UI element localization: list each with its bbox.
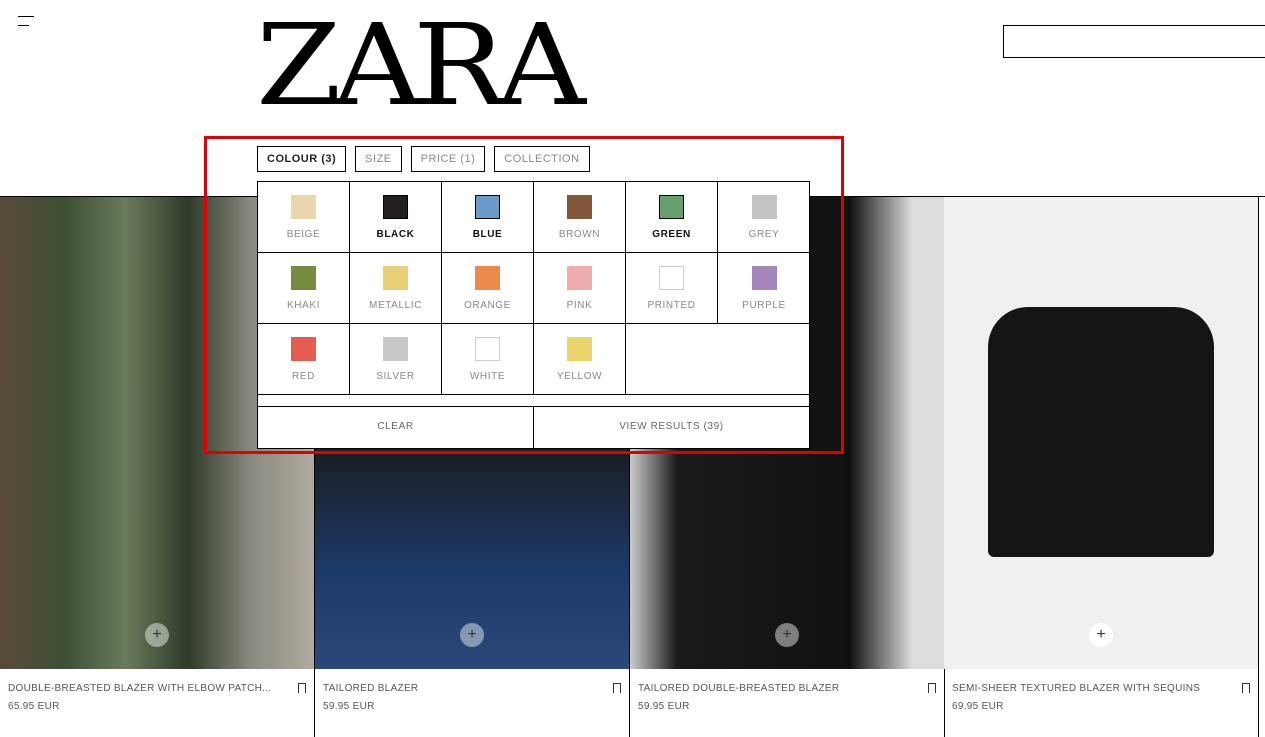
colour-swatch [567, 266, 592, 290]
colour-option-khaki[interactable]: KHAKI [258, 253, 350, 324]
colour-label: PINK [566, 300, 593, 311]
colour-option-black[interactable]: BLACK [350, 182, 442, 253]
add-icon[interactable]: + [145, 623, 169, 647]
colour-swatch [383, 195, 408, 219]
colour-swatch [659, 266, 684, 290]
colour-swatch [383, 337, 408, 361]
product-name[interactable]: TAILORED DOUBLE-BREASTED BLAZER [638, 683, 839, 694]
colour-option-green[interactable]: GREEN [626, 182, 718, 253]
colour-label: BEIGE [286, 229, 321, 240]
colour-label: BLACK [376, 229, 415, 240]
colour-label: RED [292, 371, 315, 382]
colour-option-purple[interactable]: PURPLE [718, 253, 810, 324]
bookmark-icon[interactable] [1242, 683, 1250, 693]
colour-option-metallic[interactable]: METALLIC [350, 253, 442, 324]
product-name[interactable]: SEMI-SHEER TEXTURED BLAZER WITH SEQUINS [952, 683, 1200, 694]
colour-option-yellow[interactable]: YELLOW [534, 324, 626, 395]
tab-collection[interactable]: COLLECTION [494, 146, 590, 172]
colour-label: ORANGE [464, 300, 511, 311]
colour-label: GREY [748, 229, 780, 240]
colour-label: KHAKI [286, 300, 320, 311]
colour-label: WHITE [469, 371, 506, 382]
bookmark-icon[interactable] [928, 683, 936, 693]
colour-label: BROWN [558, 229, 601, 240]
tab-colour[interactable]: COLOUR (3) [257, 146, 347, 172]
colour-label: BLUE [472, 229, 503, 240]
colour-swatch [383, 266, 408, 290]
add-icon[interactable]: + [1089, 623, 1113, 647]
search-input[interactable] [1003, 25, 1265, 58]
menu-icon[interactable] [18, 16, 34, 28]
colour-swatch [659, 195, 684, 219]
add-icon[interactable]: + [775, 623, 799, 647]
colour-label: PRINTED [647, 300, 696, 311]
empty-cell [626, 324, 810, 395]
colour-swatch [751, 195, 777, 219]
colour-swatch [567, 337, 592, 361]
colour-label: YELLOW [556, 371, 603, 382]
colour-label: SILVER [376, 371, 415, 382]
colour-swatch [291, 337, 316, 361]
product-price: 59.95 EUR [638, 701, 690, 712]
colour-swatch [751, 266, 777, 290]
colour-swatch [475, 337, 500, 361]
zara-logo[interactable]: ZARA [256, 6, 586, 126]
colour-swatch [291, 266, 316, 290]
colour-option-red[interactable]: RED [258, 324, 350, 395]
product-name[interactable]: DOUBLE-BREASTED BLAZER WITH ELBOW PATCH.… [8, 683, 271, 694]
product-card[interactable]: + SEMI-SHEER TEXTURED BLAZER WITH SEQUIN… [944, 197, 1259, 737]
colour-option-brown[interactable]: BROWN [534, 182, 626, 253]
tab-price[interactable]: PRICE (1) [410, 146, 486, 172]
product-price: 59.95 EUR [323, 701, 375, 712]
colour-swatch [291, 195, 316, 219]
bookmark-icon[interactable] [613, 683, 621, 693]
colour-option-printed[interactable]: PRINTED [626, 253, 718, 324]
filter-tabs: COLOUR (3) SIZE PRICE (1) COLLECTION [257, 146, 590, 172]
colour-option-beige[interactable]: BEIGE [258, 182, 350, 253]
colour-option-pink[interactable]: PINK [534, 253, 626, 324]
colour-option-orange[interactable]: ORANGE [442, 253, 534, 324]
view-results-button[interactable]: VIEW RESULTS (39) [534, 407, 809, 448]
blazer-shape [988, 307, 1214, 557]
add-icon[interactable]: + [460, 623, 484, 647]
colour-swatch [567, 195, 592, 219]
colour-option-blue[interactable]: BLUE [442, 182, 534, 253]
colour-label: GREEN [652, 229, 691, 240]
colour-label: PURPLE [742, 300, 786, 311]
product-image[interactable]: + [944, 197, 1258, 669]
product-price: 65.95 EUR [8, 701, 60, 712]
colour-label: METALLIC [369, 300, 422, 311]
colour-option-white[interactable]: WHITE [442, 324, 534, 395]
colour-option-silver[interactable]: SILVER [350, 324, 442, 395]
colour-option-grey[interactable]: GREY [718, 182, 810, 253]
bookmark-icon[interactable] [298, 683, 306, 693]
colour-swatch [475, 266, 500, 290]
product-price: 69.95 EUR [952, 701, 1004, 712]
colour-filter-panel: BEIGE BLACK BLUE BROWN GREEN GREY KHAKI METALLI… [257, 181, 810, 449]
tab-size[interactable]: SIZE [355, 146, 402, 172]
product-name[interactable]: TAILORED BLAZER [323, 683, 418, 694]
clear-button[interactable]: CLEAR [258, 407, 534, 448]
colour-swatch [475, 195, 500, 219]
